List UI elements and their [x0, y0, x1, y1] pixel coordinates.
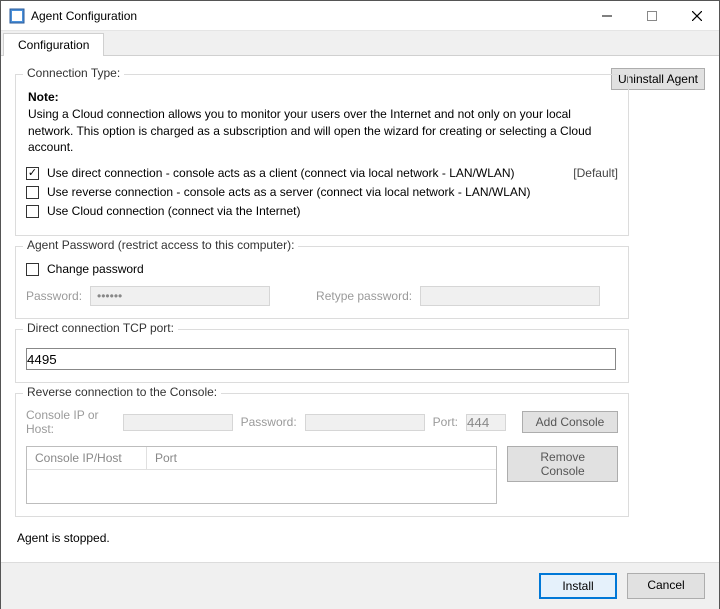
reverse-connection-group: Reverse connection to the Console: Conso…	[15, 393, 629, 517]
cloud-connection-checkbox[interactable]	[26, 205, 39, 218]
agent-password-group: Agent Password (restrict access to this …	[15, 246, 629, 319]
console-ip-input[interactable]	[123, 414, 233, 431]
minimize-button[interactable]	[584, 1, 629, 30]
direct-port-input[interactable]	[26, 348, 616, 370]
console-list-header: Console IP/Host Port	[27, 447, 496, 470]
titlebar: Agent Configuration	[1, 1, 719, 31]
remove-console-button[interactable]: Remove Console	[507, 446, 618, 482]
reverse-connection-label: Use reverse connection - console acts as…	[47, 185, 531, 199]
agent-password-legend: Agent Password (restrict access to this …	[23, 238, 298, 252]
direct-port-legend: Direct connection TCP port:	[23, 321, 178, 335]
retype-password-input[interactable]	[420, 286, 600, 306]
cancel-button[interactable]: Cancel	[627, 573, 705, 599]
change-password-checkbox[interactable]	[26, 263, 39, 276]
console-ip-label: Console IP or Host:	[26, 408, 115, 436]
tab-strip: Configuration	[1, 31, 719, 56]
direct-connection-label: Use direct connection - console acts as …	[47, 166, 515, 180]
password-label: Password:	[26, 289, 82, 303]
cloud-connection-label: Use Cloud connection (connect via the In…	[47, 204, 300, 218]
direct-port-group: Direct connection TCP port:	[15, 329, 629, 383]
agent-status: Agent is stopped.	[17, 531, 705, 545]
add-console-button[interactable]: Add Console	[522, 411, 618, 433]
close-button[interactable]	[674, 1, 719, 30]
footer: Install Cancel	[1, 562, 719, 609]
reverse-password-input[interactable]	[305, 414, 425, 431]
retype-password-label: Retype password:	[316, 289, 412, 303]
default-tag: [Default]	[573, 166, 618, 180]
connection-type-legend: Connection Type:	[23, 66, 124, 80]
maximize-button[interactable]	[629, 1, 674, 30]
connection-note: Note: Using a Cloud connection allows yo…	[28, 89, 618, 156]
reverse-port-input[interactable]	[466, 414, 506, 431]
password-input[interactable]	[90, 286, 270, 306]
change-password-label: Change password	[47, 262, 144, 276]
install-button[interactable]: Install	[539, 573, 617, 599]
reverse-connection-legend: Reverse connection to the Console:	[23, 385, 221, 399]
app-icon	[9, 8, 25, 24]
note-text: Using a Cloud connection allows you to m…	[28, 107, 591, 155]
reverse-port-label: Port:	[433, 415, 458, 429]
tab-configuration[interactable]: Configuration	[3, 33, 104, 56]
col-port: Port	[147, 447, 496, 469]
window-title: Agent Configuration	[31, 9, 584, 23]
col-console-ip: Console IP/Host	[27, 447, 147, 469]
note-label: Note:	[28, 90, 59, 104]
console-list[interactable]: Console IP/Host Port	[26, 446, 497, 504]
reverse-password-label: Password:	[241, 415, 297, 429]
connection-type-group: Connection Type: Note: Using a Cloud con…	[15, 74, 629, 236]
reverse-connection-checkbox[interactable]	[26, 186, 39, 199]
direct-connection-checkbox[interactable]	[26, 167, 39, 180]
